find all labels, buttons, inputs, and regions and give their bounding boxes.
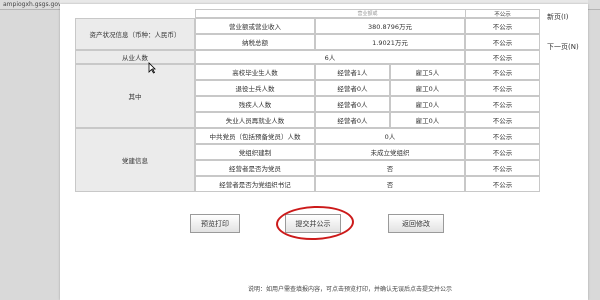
status-cell: 不公示 — [465, 112, 540, 128]
submit-publish-button[interactable]: 提交并公示 — [285, 214, 341, 233]
status-cell: 不公示 — [465, 160, 540, 176]
back-edit-button[interactable]: 返回修改 — [388, 214, 444, 233]
status-cell: 不公示 — [465, 50, 540, 64]
among-row-hired: 雇工5人 — [390, 64, 465, 80]
among-row-owner: 经营者1人 — [315, 64, 390, 80]
assets-row-value: 1.9021万元 — [315, 34, 465, 50]
among-row-label: 失业人员再就业人数 — [195, 112, 315, 128]
among-row-label: 高校毕业生人数 — [195, 64, 315, 80]
among-row-hired: 雇工0人 — [390, 80, 465, 96]
status-cell: 不公示 — [465, 128, 540, 144]
employees-label: 从业人数 — [75, 50, 195, 64]
party-row-label: 党组织建制 — [195, 144, 315, 160]
party-header: 党建信息 — [75, 128, 195, 192]
status-cell: 不公示 — [465, 144, 540, 160]
party-row-value: 未成立党组织 — [315, 144, 465, 160]
status-cell: 不公示 — [465, 9, 540, 18]
assets-header: 资产状况信息（币种：人民币） — [75, 18, 195, 50]
mouse-cursor-icon — [148, 62, 156, 74]
status-cell: 不公示 — [465, 64, 540, 80]
party-row-label: 经营者是否为党员 — [195, 160, 315, 176]
party-row-label: 中共党员（包括预备党员）人数 — [195, 128, 315, 144]
status-cell: 不公示 — [465, 18, 540, 34]
assets-row-label: 营业额或营业收入 — [195, 18, 315, 34]
right-label-a[interactable]: 新页(I) — [547, 12, 569, 22]
among-row-hired: 雇工0人 — [390, 96, 465, 112]
assets-row-label: 纳税总额 — [195, 34, 315, 50]
party-row-label: 经营者是否为党组织书记 — [195, 176, 315, 192]
among-header: 其中 — [75, 64, 195, 128]
among-row-owner: 经营者0人 — [315, 96, 390, 112]
party-row-value: 否 — [315, 176, 465, 192]
among-row-owner: 经营者0人 — [315, 80, 390, 96]
status-cell: 不公示 — [465, 176, 540, 192]
status-cell: 不公示 — [465, 96, 540, 112]
among-row-label: 残疾人人数 — [195, 96, 315, 112]
party-row-value: 0人 — [315, 128, 465, 144]
assets-row-value: 380.8796万元 — [315, 18, 465, 34]
party-row-value: 否 — [315, 160, 465, 176]
among-row-hired: 雇工0人 — [390, 112, 465, 128]
among-row-label: 退役士兵人数 — [195, 80, 315, 96]
right-label-b[interactable]: 下一页(N) — [547, 42, 579, 52]
employees-value: 6人 — [195, 50, 465, 64]
status-cell: 不公示 — [465, 34, 540, 50]
status-cell: 不公示 — [465, 80, 540, 96]
instruction-note: 说明：如用户需查填报内容，可点击预览打印，并确认无误后点击提交并公示 — [247, 286, 452, 293]
preview-print-button[interactable]: 预览打印 — [190, 214, 240, 233]
among-row-owner: 经营者0人 — [315, 112, 390, 128]
